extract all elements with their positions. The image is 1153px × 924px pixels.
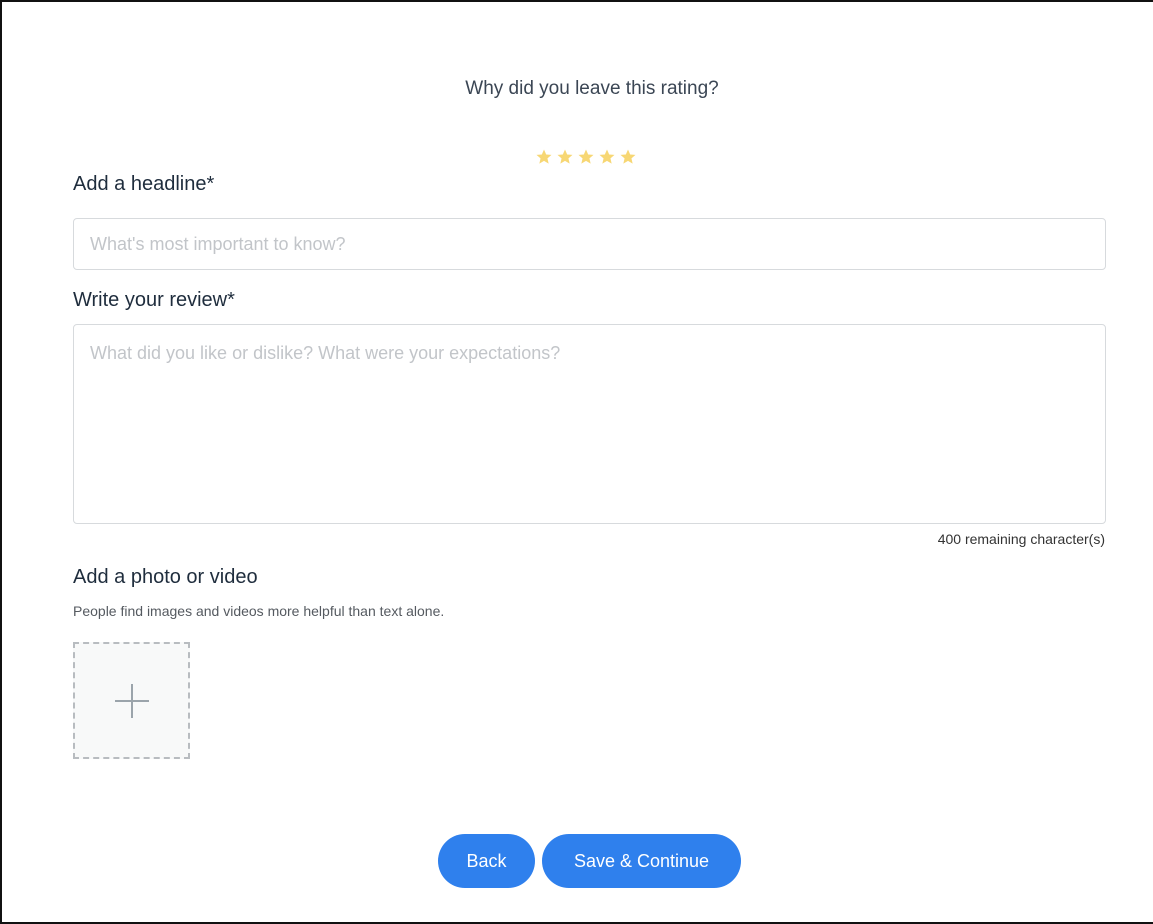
star-icon[interactable] bbox=[535, 148, 553, 166]
plus-icon bbox=[115, 684, 149, 718]
review-label: Write your review* bbox=[73, 289, 235, 311]
media-hint: People find images and videos more helpf… bbox=[73, 603, 445, 619]
star-icon[interactable] bbox=[619, 148, 637, 166]
back-button[interactable]: Back bbox=[438, 834, 535, 888]
star-icon[interactable] bbox=[556, 148, 574, 166]
review-textarea[interactable] bbox=[73, 324, 1106, 524]
headline-label: Add a headline* bbox=[73, 173, 215, 195]
media-label: Add a photo or video bbox=[73, 566, 258, 588]
star-icon[interactable] bbox=[577, 148, 595, 166]
save-continue-button[interactable]: Save & Continue bbox=[542, 834, 741, 888]
rating-question: Why did you leave this rating? bbox=[465, 78, 719, 99]
star-icon[interactable] bbox=[598, 148, 616, 166]
star-rating[interactable] bbox=[535, 148, 637, 166]
add-media-button[interactable] bbox=[73, 642, 190, 759]
headline-input[interactable] bbox=[73, 218, 1106, 270]
review-form-frame: Why did you leave this rating? Add a hea… bbox=[0, 0, 1153, 924]
remaining-characters-counter: 400 remaining character(s) bbox=[937, 531, 1105, 547]
